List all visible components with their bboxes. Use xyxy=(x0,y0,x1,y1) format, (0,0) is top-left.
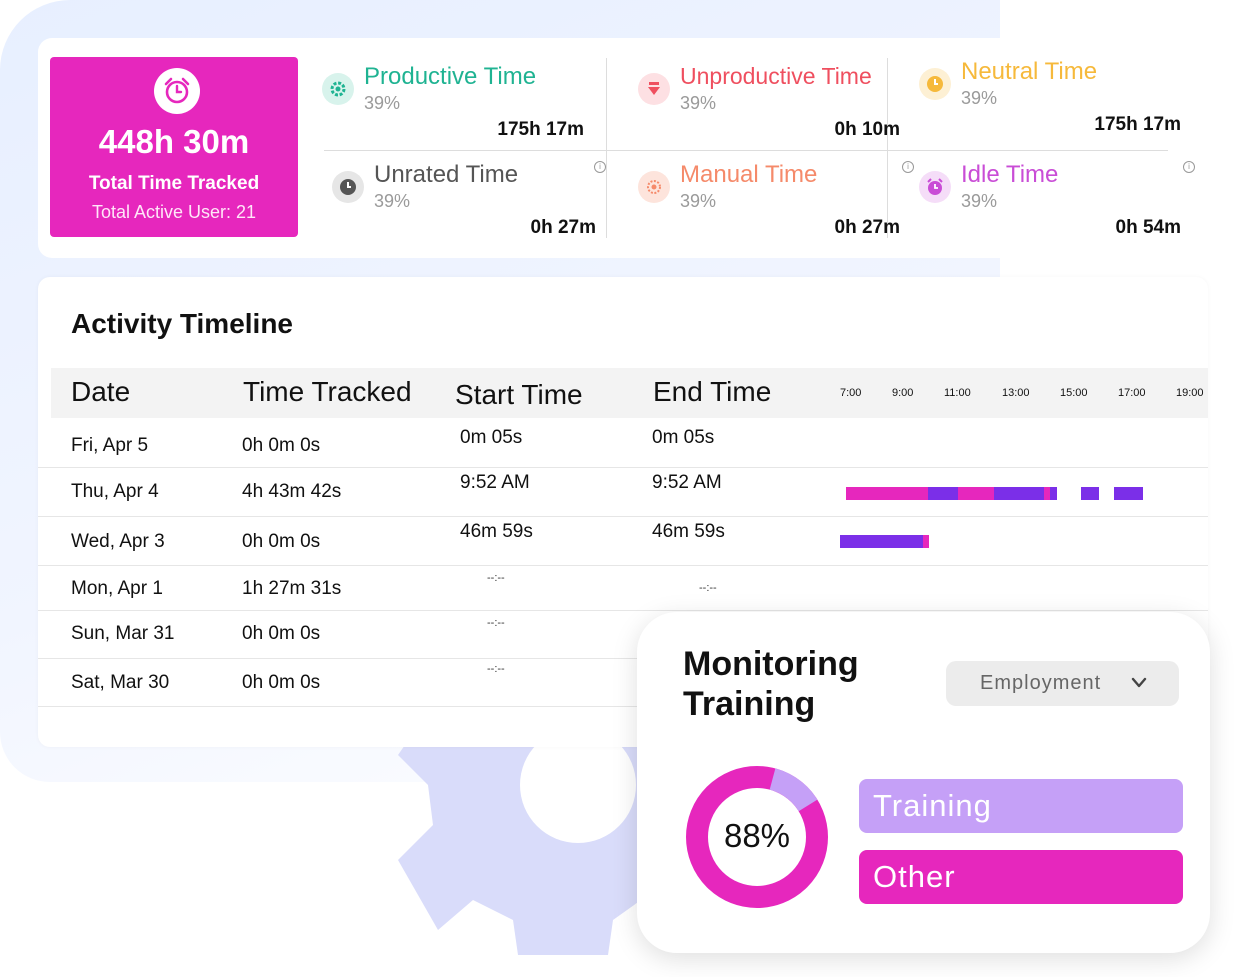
stat-percent: 39% xyxy=(961,88,998,108)
row-time-tracked: 0h 0m 0s xyxy=(242,623,321,644)
monitoring-title-line2: Training xyxy=(683,685,816,723)
stat-percent: 39% xyxy=(374,191,411,211)
info-icon[interactable]: i xyxy=(1183,161,1195,173)
timeline-title: Activity Timeline xyxy=(71,308,294,339)
row-start-time: 46m 59s xyxy=(460,521,533,542)
column-header-start-time[interactable]: Start Time xyxy=(455,379,583,411)
row-time-tracked: 4h 43m 42s xyxy=(242,481,342,502)
row-time-tracked: 0h 0m 0s xyxy=(242,531,321,552)
stat-name: Manual Time xyxy=(680,161,818,188)
table-row[interactable]: Wed, Apr 3 0h 0m 0s 46m 59s 46m 59s xyxy=(38,517,1208,566)
row-date: Fri, Apr 5 xyxy=(71,435,149,456)
legend-other[interactable]: Other xyxy=(859,850,1183,904)
row-time-tracked: 1h 27m 31s xyxy=(242,578,342,599)
stat-percent: 39% xyxy=(364,93,401,113)
row-end-time: 0m 05s xyxy=(652,427,715,448)
row-date: Mon, Apr 1 xyxy=(71,578,163,599)
monitoring-title: Monitoring Training xyxy=(683,644,859,724)
arrow-down-icon xyxy=(638,73,670,105)
row-date: Thu, Apr 4 xyxy=(71,481,159,502)
stat-percent: 39% xyxy=(680,191,717,211)
legend-training[interactable]: Training xyxy=(859,779,1183,833)
stat-value: 0h 10m xyxy=(834,119,900,140)
clock-icon xyxy=(919,68,951,100)
row-start-time: --:-- xyxy=(487,572,505,584)
hour-tick: 19:00 xyxy=(1176,387,1204,399)
stat-name: Unrated Time xyxy=(374,161,519,188)
hour-tick: 15:00 xyxy=(1060,387,1088,399)
dropdown-selected-value: Employment xyxy=(980,672,1102,694)
employment-dropdown[interactable]: Employment xyxy=(946,661,1179,706)
row-time-tracked: 0h 0m 0s xyxy=(242,435,321,456)
activity-bar[interactable] xyxy=(1114,487,1143,500)
row-end-time: --:-- xyxy=(699,582,717,594)
stat-unproductive-time[interactable]: Unproductive Time 39% 0h 10m xyxy=(638,63,918,158)
stat-percent: 39% xyxy=(680,93,717,113)
active-users-label: Total Active User: 21 xyxy=(91,202,257,222)
alarm-icon xyxy=(919,171,951,203)
donut-percent-label: 88% xyxy=(723,817,791,854)
hour-tick: 17:00 xyxy=(1118,387,1146,399)
stat-value: 0h 54m xyxy=(1115,217,1181,238)
table-row[interactable]: Thu, Apr 4 4h 43m 42s 9:52 AM 9:52 AM xyxy=(38,468,1208,517)
activity-bar[interactable] xyxy=(1050,487,1057,500)
hour-tick: 7:00 xyxy=(840,387,862,399)
stat-neutral-time[interactable]: Neutral Time 39% 175h 17m xyxy=(919,58,1199,153)
row-date: Sun, Mar 31 xyxy=(71,623,175,644)
stat-value: 0h 27m xyxy=(834,217,900,238)
clock-icon xyxy=(332,171,364,203)
table-header xyxy=(51,368,1208,418)
column-header-date[interactable]: Date xyxy=(71,376,130,408)
stat-unrated-time[interactable]: Unrated Time 39% 0h 27m i xyxy=(332,161,612,256)
row-start-time: 9:52 AM xyxy=(460,472,530,493)
column-header-time-tracked[interactable]: Time Tracked xyxy=(243,376,412,408)
monitoring-title-line1: Monitoring xyxy=(683,645,859,683)
stat-value: 175h 17m xyxy=(497,119,584,140)
info-icon[interactable]: i xyxy=(902,161,914,173)
row-date: Sat, Mar 30 xyxy=(71,672,170,693)
stat-idle-time[interactable]: Idle Time 39% 0h 54m i xyxy=(919,161,1199,256)
stat-name: Unproductive Time xyxy=(680,63,872,89)
stat-name: Productive Time xyxy=(364,63,537,90)
stat-name: Neutral Time xyxy=(961,58,1098,85)
total-time-value: 448h 30m xyxy=(98,123,250,160)
hour-tick: 13:00 xyxy=(1002,387,1030,399)
row-date: Wed, Apr 3 xyxy=(71,531,165,552)
stat-value: 0h 27m xyxy=(530,217,596,238)
table-row[interactable]: Fri, Apr 5 0h 0m 0s 0m 05s 0m 05s xyxy=(38,418,1208,468)
hand-icon xyxy=(638,171,670,203)
gear-icon xyxy=(322,73,354,105)
activity-bar[interactable] xyxy=(994,487,1044,500)
activity-bar[interactable] xyxy=(1081,487,1099,500)
total-time-tracked-card[interactable]: 448h 30m Total Time Tracked Total Active… xyxy=(50,57,298,237)
column-header-end-time[interactable]: End Time xyxy=(653,376,771,408)
activity-bar[interactable] xyxy=(958,487,994,500)
stat-productive-time[interactable]: Productive Time 39% 175h 17m xyxy=(322,63,602,158)
stat-name: Idle Time xyxy=(961,161,1059,188)
chevron-down-icon xyxy=(1131,677,1147,688)
monitoring-training-card: Monitoring Training Employment 88% Train… xyxy=(637,612,1210,953)
row-time-tracked: 0h 0m 0s xyxy=(242,672,321,693)
row-end-time: 46m 59s xyxy=(652,521,725,542)
info-icon[interactable]: i xyxy=(594,161,606,173)
stat-percent: 39% xyxy=(961,191,998,211)
row-start-time: --:-- xyxy=(487,663,505,675)
total-time-label: Total Time Tracked xyxy=(88,173,260,194)
row-end-time: 9:52 AM xyxy=(652,472,722,493)
summary-card: 448h 30m Total Time Tracked Total Active… xyxy=(38,38,1208,258)
row-start-time: --:-- xyxy=(487,617,505,629)
activity-bar[interactable] xyxy=(923,535,929,548)
activity-bar[interactable] xyxy=(840,535,923,548)
table-row[interactable]: Mon, Apr 1 1h 27m 31s --:-- --:-- xyxy=(38,566,1208,611)
hour-tick: 9:00 xyxy=(892,387,914,399)
stat-manual-time[interactable]: Manual Time 39% 0h 27m i xyxy=(638,161,918,256)
hour-tick: 11:00 xyxy=(944,387,971,399)
stat-value: 175h 17m xyxy=(1094,114,1181,135)
alarm-clock-icon xyxy=(154,68,200,114)
activity-bar[interactable] xyxy=(928,487,958,500)
activity-bar[interactable] xyxy=(846,487,928,500)
row-start-time: 0m 05s xyxy=(460,427,523,448)
